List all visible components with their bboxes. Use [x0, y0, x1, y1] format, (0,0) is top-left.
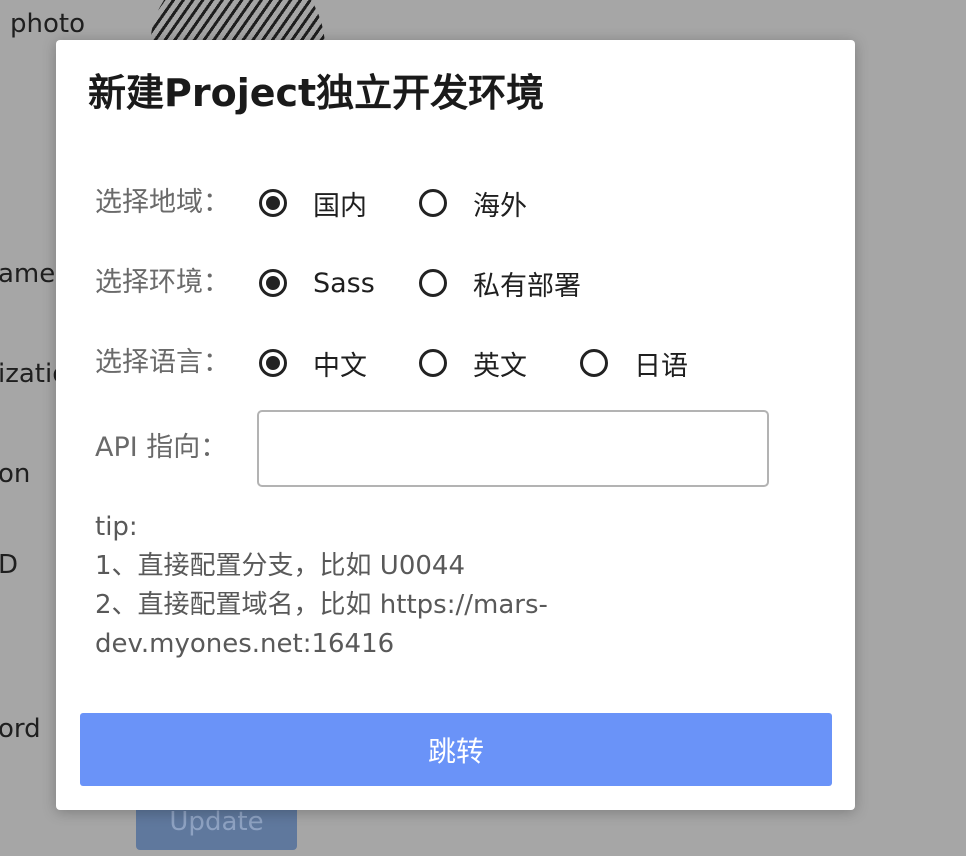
bg-photo-label: photo [10, 9, 85, 39]
radio-label: 海外 [473, 190, 527, 222]
bg-location-label: on [0, 459, 31, 489]
tip-line: 2、直接配置域名，比如 https://mars- [95, 590, 548, 620]
radio-label: 私有部署 [473, 270, 581, 302]
bg-password-label: ord [0, 714, 41, 744]
environment-row: 选择环境： Sass 私有部署 [95, 263, 835, 303]
region-row: 选择地域： 国内 海外 [95, 183, 835, 223]
radio-unchecked-icon[interactable] [419, 349, 447, 377]
radio-label: 英文 [473, 350, 527, 382]
tip-text: tip: 1、直接配置分支，比如 U0044 2、直接配置域名，比如 https… [95, 508, 815, 664]
radio-lang-chinese[interactable]: 中文 [259, 343, 367, 383]
radio-unchecked-icon[interactable] [419, 269, 447, 297]
radio-unchecked-icon[interactable] [580, 349, 608, 377]
environment-label: 选择环境： [95, 267, 230, 298]
radio-env-sass[interactable]: Sass [259, 263, 375, 303]
bg-id-label: D [0, 550, 19, 580]
radio-label: 国内 [313, 190, 367, 222]
radio-lang-japanese[interactable]: 日语 [580, 343, 688, 383]
radio-env-private[interactable]: 私有部署 [419, 263, 581, 303]
radio-region-domestic[interactable]: 国内 [259, 183, 367, 223]
radio-label: 日语 [634, 350, 688, 382]
radio-checked-icon[interactable] [259, 349, 287, 377]
language-row: 选择语言： 中文 英文 日语 [95, 343, 835, 383]
api-target-input[interactable] [257, 410, 769, 487]
radio-region-overseas[interactable]: 海外 [419, 183, 527, 223]
radio-lang-english[interactable]: 英文 [419, 343, 527, 383]
create-env-dialog: 新建Project独立开发环境 选择地域： 国内 海外 选择环境： Sass 私… [56, 40, 855, 810]
tip-line: tip: [95, 512, 138, 542]
radio-label: 中文 [313, 350, 367, 382]
api-label: API 指向： [95, 432, 228, 463]
region-label: 选择地域： [95, 187, 230, 218]
dialog-title: 新建Project独立开发环境 [88, 71, 545, 115]
radio-label: Sass [313, 267, 375, 299]
radio-checked-icon[interactable] [259, 269, 287, 297]
radio-checked-icon[interactable] [259, 189, 287, 217]
tip-line: dev.myones.net:16416 [95, 629, 395, 659]
bg-name-label: ame [0, 259, 56, 289]
language-label: 选择语言： [95, 347, 230, 378]
jump-button[interactable]: 跳转 [80, 713, 832, 786]
tip-line: 1、直接配置分支，比如 U0044 [95, 551, 466, 581]
radio-unchecked-icon[interactable] [419, 189, 447, 217]
